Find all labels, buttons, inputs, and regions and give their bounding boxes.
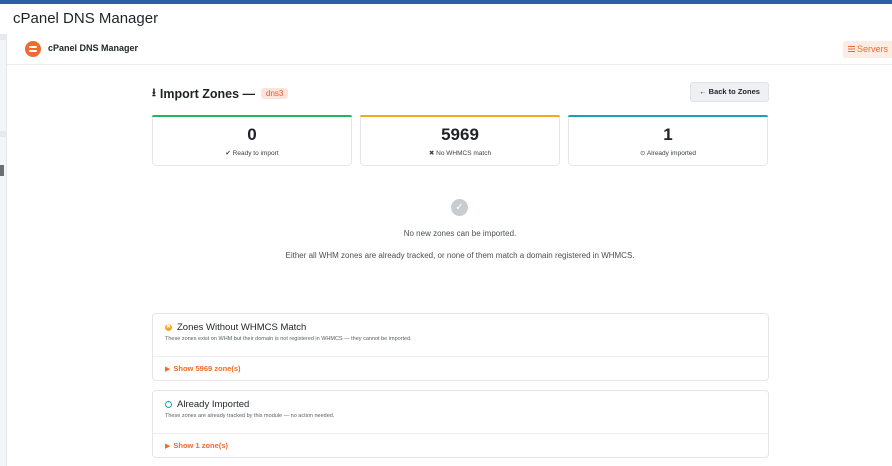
import-title-text: Import Zones — (159, 86, 256, 101)
stat-card-imported: 1 ⊙ Already imported (568, 115, 768, 166)
servers-label: Servers (856, 44, 888, 54)
section-description: These zones exist on WHM but their domai… (165, 336, 412, 342)
stat-label: ⊙ Already imported (639, 150, 697, 157)
stat-accent-bar (152, 115, 352, 117)
stat-label: ✔ Ready to import (225, 150, 279, 157)
module-panel: cPanel DNS Manager Servers ⭳ Import Zone… (6, 34, 892, 466)
stat-label: ✖ No WHMCS match (428, 150, 492, 157)
page-title: cPanel DNS Manager (0, 4, 892, 34)
section-title: Zones Without WHMCS Match (177, 322, 307, 333)
caret-right-icon: ▶ (165, 443, 171, 450)
show-zones-toggle[interactable]: ▶ Show 1 zone(s) (165, 441, 228, 450)
module-name: cPanel DNS Manager (48, 43, 139, 53)
section-header: ✖ Zones Without WHMCS Match These zones … (153, 314, 768, 357)
section-already-imported: ⁱ Already Imported These zones are alrea… (152, 390, 769, 458)
cpanel-logo-icon (25, 41, 41, 57)
section-title: Already Imported (177, 399, 250, 410)
import-zones-heading: ⭳ Import Zones — dns3 (152, 84, 289, 103)
toggle-label: Show 5969 zone(s) (173, 364, 241, 373)
list-icon (847, 46, 855, 52)
warning-circle-icon: ✖ (165, 324, 172, 331)
module-header: cPanel DNS Manager Servers (7, 34, 892, 65)
stat-accent-bar (360, 115, 560, 117)
section-no-whmcs-match: ✖ Zones Without WHMCS Match These zones … (152, 313, 769, 381)
caret-right-icon: ▶ (165, 366, 171, 373)
servers-button[interactable]: Servers (842, 41, 892, 58)
back-to-zones-button[interactable]: ← Back to Zones (690, 82, 769, 102)
stat-value: 5969 (441, 125, 479, 144)
show-zones-toggle[interactable]: ▶ Show 5969 zone(s) (165, 364, 241, 373)
toggle-label: Show 1 zone(s) (173, 441, 228, 450)
stat-card-ready: 0 ✔ Ready to import (152, 115, 352, 166)
section-header: ⁱ Already Imported These zones are alrea… (153, 391, 768, 434)
stat-accent-bar (568, 115, 768, 117)
info-circle-icon: ⁱ (165, 401, 172, 408)
section-description: These zones are already tracked by this … (165, 413, 335, 419)
check-circle-icon: ✓ (451, 199, 468, 216)
server-badge: dns3 (261, 88, 289, 99)
empty-state-title: No new zones can be imported. (403, 229, 517, 238)
stat-value: 0 (247, 125, 257, 144)
stat-value: 1 (663, 125, 673, 144)
empty-state-description: Either all WHM zones are already tracked… (285, 251, 635, 260)
stat-card-no-match: 5969 ✖ No WHMCS match (360, 115, 560, 166)
download-icon: ⭳ (152, 87, 156, 99)
rail-marker (0, 165, 4, 176)
